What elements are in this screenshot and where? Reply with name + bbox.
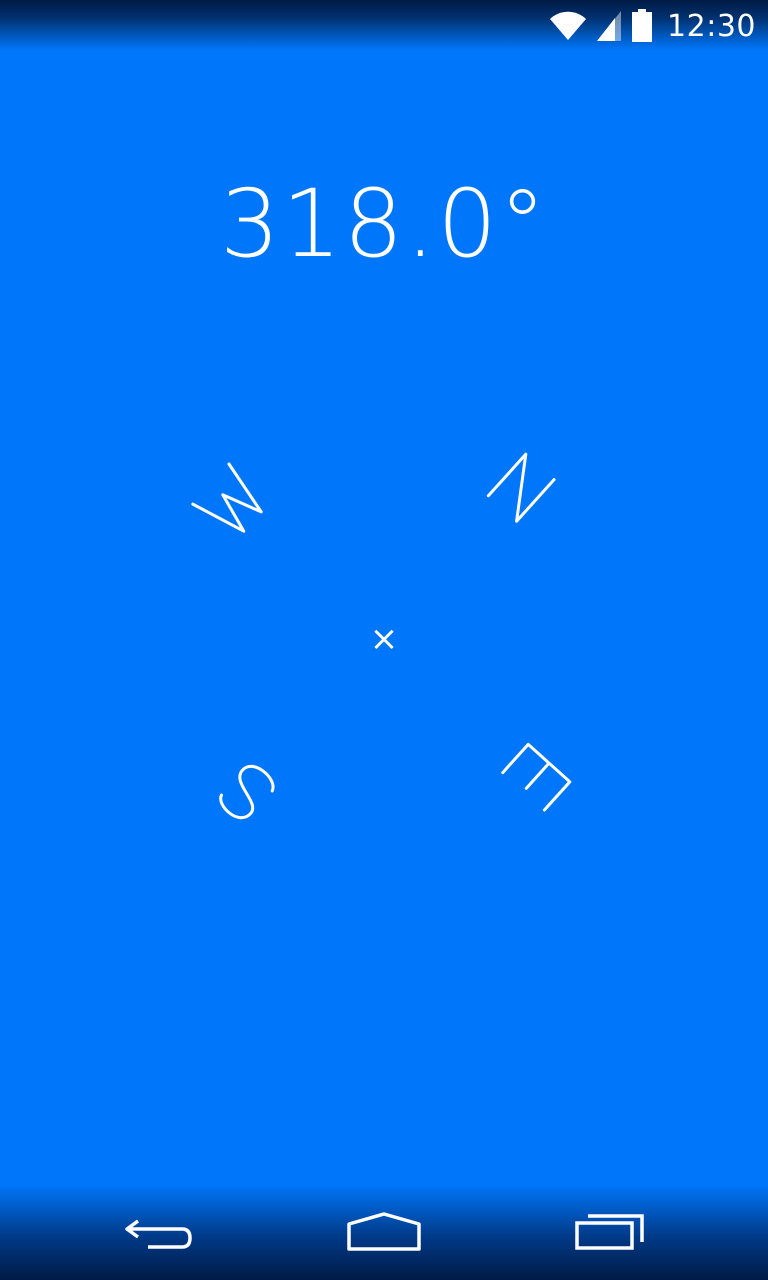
- compass-rose: ×: [191, 452, 572, 820]
- recents-button[interactable]: [550, 1194, 670, 1270]
- navigation-bar: [0, 1184, 768, 1280]
- home-button[interactable]: [324, 1194, 444, 1270]
- direction-letter-s: [219, 764, 275, 820]
- back-icon: [125, 1219, 192, 1249]
- direction-letter-w: [191, 462, 263, 533]
- recents-icon: [575, 1214, 644, 1250]
- direction-letter-e: [501, 742, 572, 812]
- home-icon: [347, 1212, 421, 1251]
- back-button[interactable]: [100, 1194, 220, 1270]
- center-marker: ×: [370, 619, 399, 659]
- direction-letter-n: [486, 452, 556, 523]
- compass-screen: 12:30 318.0° ×: [0, 0, 768, 1280]
